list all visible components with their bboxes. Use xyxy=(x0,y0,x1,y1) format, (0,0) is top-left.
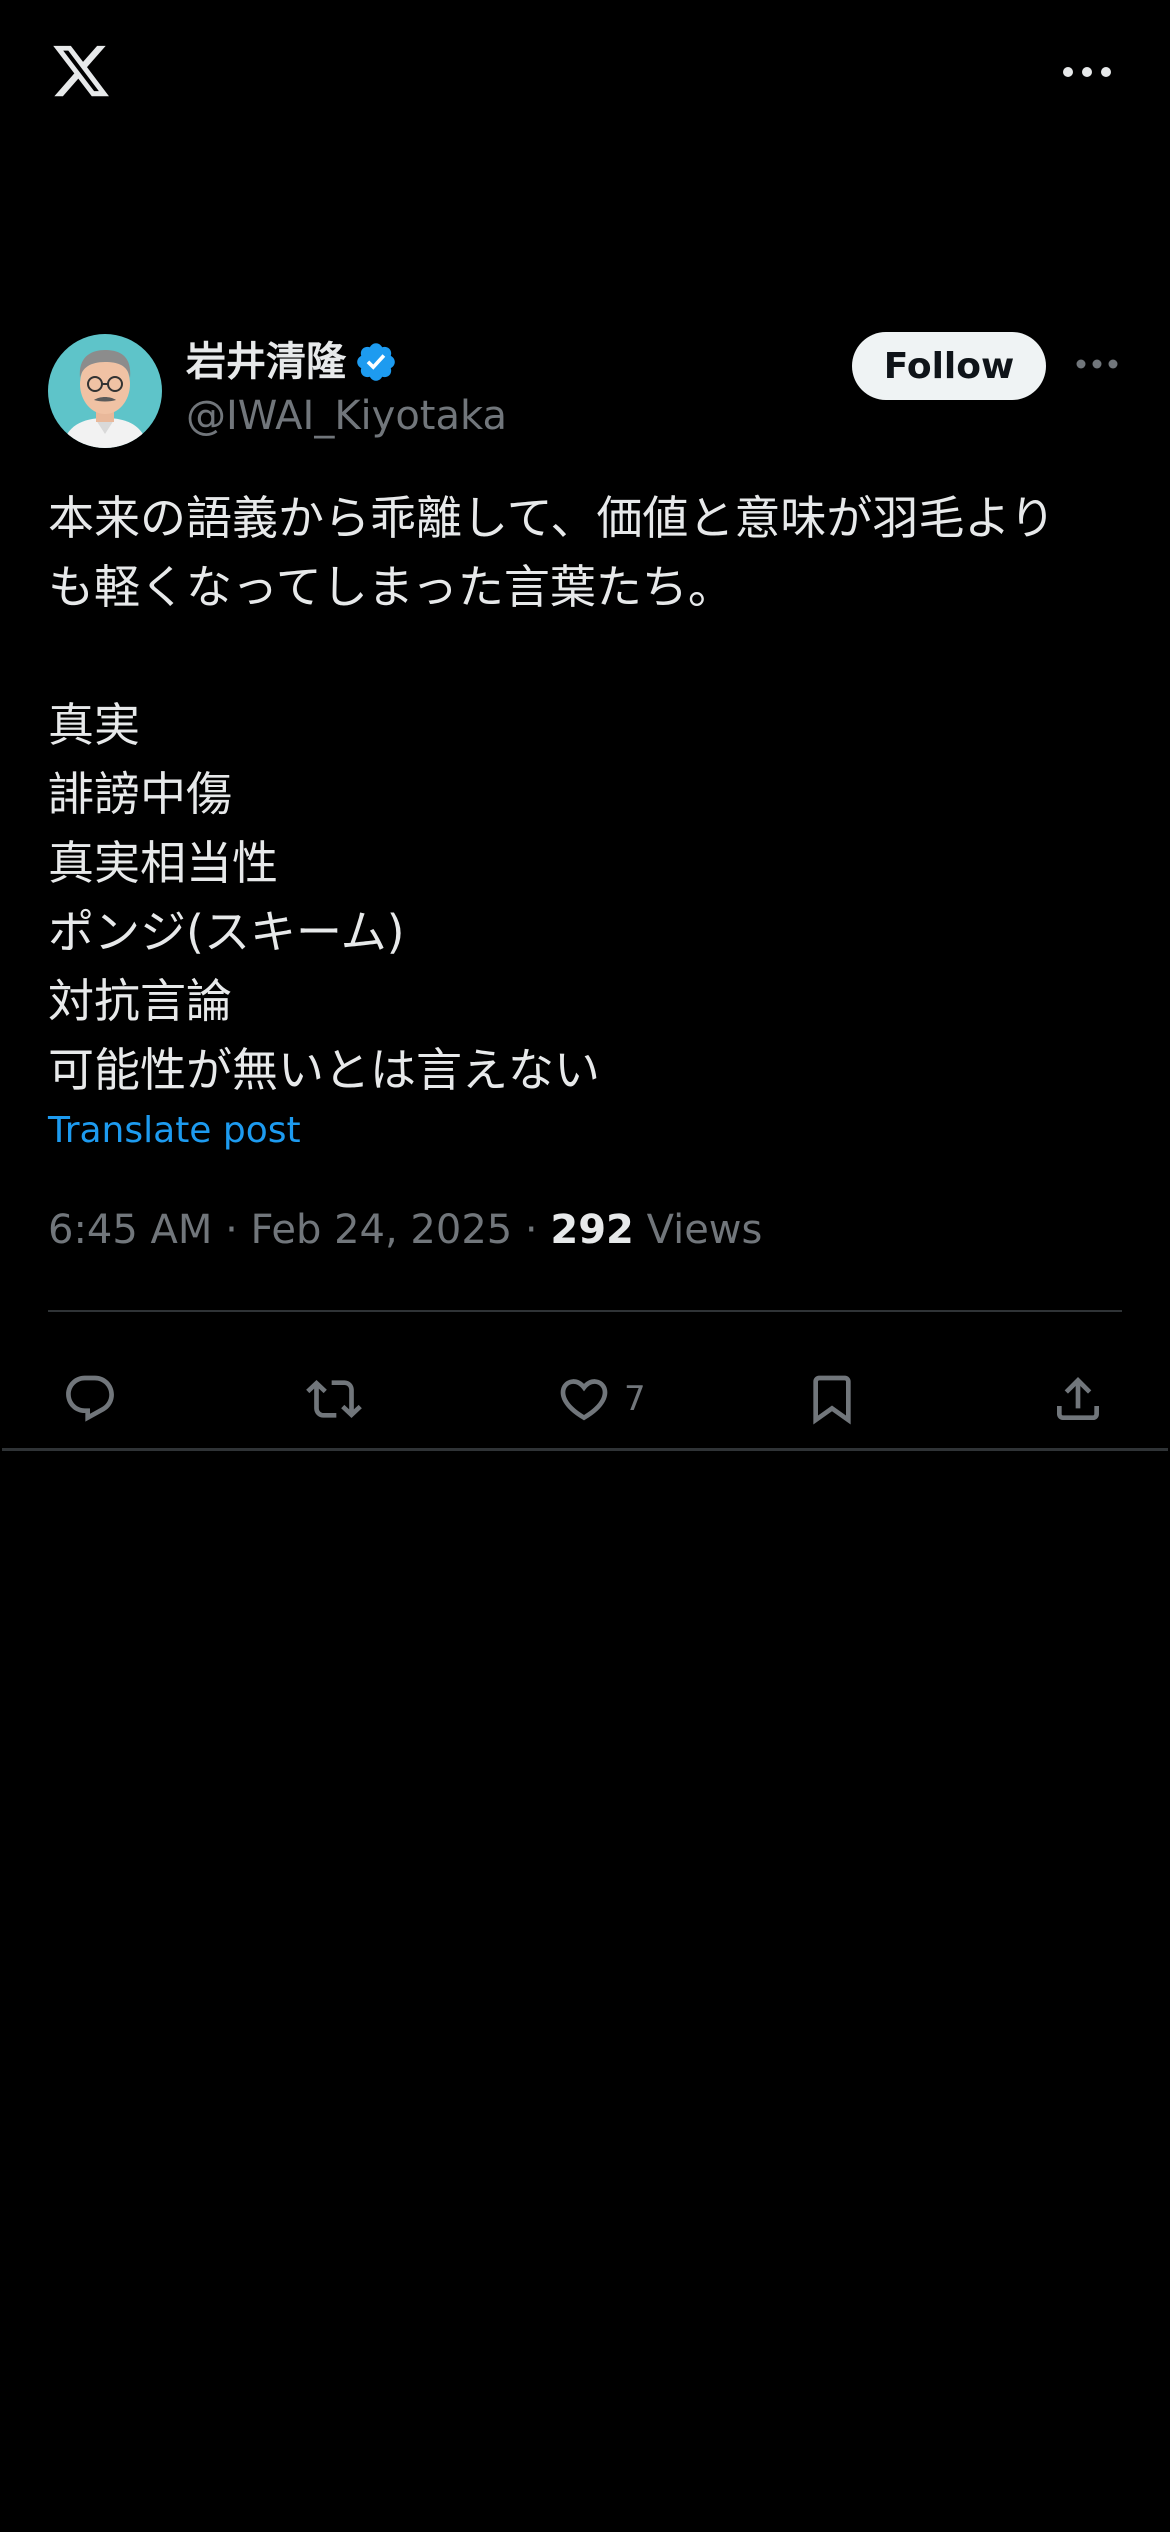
action-bar: 7 xyxy=(0,1340,1170,1460)
tweet-text: 本来の語義から乖離して、価値と意味が羽毛より も軽くなってしまった言葉たち。 真… xyxy=(48,491,1056,1097)
author-display-name[interactable]: 岩井清隆 xyxy=(186,334,346,390)
author-handle[interactable]: @IWAI_Kiyotaka xyxy=(186,390,507,442)
verified-badge-icon xyxy=(357,343,395,381)
author-name-row[interactable]: 岩井清隆 xyxy=(186,334,398,390)
share-icon xyxy=(1057,1377,1099,1420)
retweet-icon xyxy=(306,1380,362,1418)
views-count: 292 xyxy=(550,1207,634,1253)
x-logo-icon[interactable] xyxy=(48,40,114,102)
top-bar xyxy=(0,0,1170,150)
bookmark-icon xyxy=(813,1375,851,1425)
tweet-more-icon[interactable] xyxy=(1076,356,1118,372)
heart-icon xyxy=(560,1379,608,1421)
reply-icon xyxy=(66,1375,114,1422)
bookmark-button[interactable] xyxy=(804,1368,860,1430)
share-button[interactable] xyxy=(1050,1368,1106,1430)
follow-button[interactable]: Follow xyxy=(852,332,1046,400)
views-label: Views xyxy=(633,1207,763,1253)
tweet-timestamp[interactable]: 6:45 AM · Feb 24, 2025 · xyxy=(48,1207,550,1253)
section-divider xyxy=(2,1448,1168,1451)
reply-button[interactable] xyxy=(62,1368,118,1430)
more-horizontal-icon[interactable] xyxy=(1062,62,1112,82)
retweet-button[interactable] xyxy=(306,1368,362,1430)
translate-post-link[interactable]: Translate post xyxy=(48,1106,301,1156)
like-count: 7 xyxy=(624,1379,646,1419)
like-button[interactable]: 7 xyxy=(556,1368,646,1430)
avatar[interactable] xyxy=(48,334,162,448)
tweet-metadata: 6:45 AM · Feb 24, 2025 · 292 Views xyxy=(48,1200,762,1260)
divider xyxy=(48,1310,1122,1312)
